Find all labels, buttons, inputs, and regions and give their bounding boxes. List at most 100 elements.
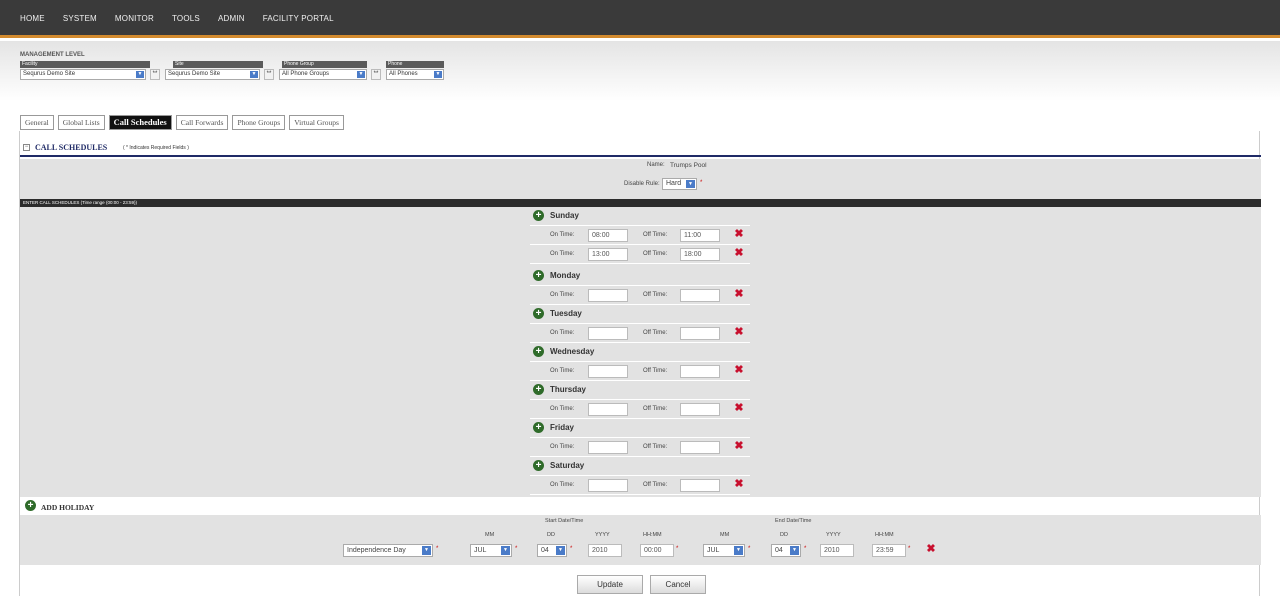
- nav-item-admin[interactable]: ADMIN: [218, 14, 245, 23]
- update-button[interactable]: Update: [577, 575, 643, 594]
- end-month-select[interactable]: JUL ▼: [703, 544, 745, 557]
- on-time-input[interactable]: [588, 365, 628, 378]
- delete-icon[interactable]: ✖: [734, 327, 744, 338]
- phone-select-value: All Phones: [389, 71, 418, 77]
- add-time-icon[interactable]: +: [533, 422, 544, 433]
- nav-item-tools[interactable]: TOOLS: [172, 14, 200, 23]
- end-day-select[interactable]: 04 ▼: [771, 544, 801, 557]
- cancel-button[interactable]: Cancel: [650, 575, 706, 594]
- facility-select[interactable]: Sequrus Demo Site ▼: [20, 69, 146, 80]
- end-date-label: End Date/Time: [775, 518, 812, 524]
- day-name: Saturday: [550, 461, 585, 470]
- required-star: *: [570, 546, 573, 552]
- start-day-select[interactable]: 04 ▼: [537, 544, 567, 557]
- delete-icon[interactable]: ✖: [734, 289, 744, 300]
- off-time-input[interactable]: 18:00: [680, 248, 720, 261]
- facility-star-button[interactable]: **: [150, 69, 160, 80]
- phone-select[interactable]: All Phones ▼: [386, 69, 444, 80]
- disable-rule-value: Hard: [666, 180, 682, 187]
- off-time-input[interactable]: 11:00: [680, 229, 720, 242]
- add-time-icon[interactable]: +: [533, 210, 544, 221]
- start-time-input[interactable]: 00:00: [640, 544, 674, 557]
- phone-header: Phone: [386, 61, 444, 68]
- add-time-icon[interactable]: +: [533, 384, 544, 395]
- add-time-icon[interactable]: +: [533, 270, 544, 281]
- add-holiday-icon[interactable]: +: [25, 500, 36, 511]
- add-time-icon[interactable]: +: [533, 460, 544, 471]
- on-time-label: On Time:: [550, 251, 575, 257]
- tab-phone-groups[interactable]: Phone Groups: [232, 115, 286, 130]
- start-date-label: Start Date/Time: [545, 518, 584, 524]
- delete-holiday-icon[interactable]: ✖: [926, 544, 936, 555]
- chevron-down-icon: ▼: [734, 546, 743, 555]
- tab-bar: General Global Lists Call Schedules Call…: [20, 115, 344, 130]
- add-time-icon[interactable]: +: [533, 308, 544, 319]
- day-header: + Monday: [530, 267, 750, 286]
- on-time-input[interactable]: 13:00: [588, 248, 628, 261]
- collapse-icon[interactable]: −: [23, 144, 30, 151]
- tab-virtual-groups[interactable]: Virtual Groups: [289, 115, 344, 130]
- off-time-label: Off Time:: [643, 482, 668, 488]
- time-row: On Time: Off Time: ✖: [530, 438, 750, 457]
- time-row: On Time: Off Time: ✖: [530, 286, 750, 305]
- off-time-input[interactable]: [680, 365, 720, 378]
- phone-group-select[interactable]: All Phone Groups ▼: [279, 69, 367, 80]
- tab-general[interactable]: General: [20, 115, 54, 130]
- day-block-thursday: + Thursday On Time: Off Time: ✖: [530, 381, 750, 419]
- on-time-input[interactable]: [588, 327, 628, 340]
- nav-item-facility-portal[interactable]: FACILITY PORTAL: [263, 14, 334, 23]
- phone-group-star-button[interactable]: **: [371, 69, 381, 80]
- nav-item-monitor[interactable]: MONITOR: [115, 14, 154, 23]
- start-month-value: JUL: [474, 547, 487, 554]
- on-time-input[interactable]: [588, 441, 628, 454]
- start-yyyy-header: YYYY: [595, 532, 610, 538]
- on-time-input[interactable]: [588, 403, 628, 416]
- call-schedules-panel: − CALL SCHEDULES ( * Indicates Required …: [19, 131, 1261, 596]
- required-star: *: [676, 546, 679, 552]
- delete-icon[interactable]: ✖: [734, 441, 744, 452]
- on-time-label: On Time:: [550, 368, 575, 374]
- required-star: *: [700, 180, 703, 186]
- nav-item-system[interactable]: SYSTEM: [63, 14, 97, 23]
- start-month-select[interactable]: JUL ▼: [470, 544, 512, 557]
- site-select[interactable]: Sequrus Demo Site ▼: [165, 69, 260, 80]
- off-time-input[interactable]: [680, 441, 720, 454]
- tab-call-forwards[interactable]: Call Forwards: [175, 115, 229, 130]
- add-time-icon[interactable]: +: [533, 346, 544, 357]
- site-star-button[interactable]: **: [264, 69, 274, 80]
- time-row: On Time: Off Time: ✖: [530, 362, 750, 381]
- nav-item-home[interactable]: HOME: [20, 14, 45, 23]
- facility-select-value: Sequrus Demo Site: [23, 71, 76, 77]
- enter-call-schedules-bar: ENTER CALL SCHEDULES (Time range (00:00 …: [20, 199, 1261, 207]
- off-time-input[interactable]: [680, 289, 720, 302]
- day-header: + Saturday: [530, 457, 750, 476]
- start-year-input[interactable]: 2010: [588, 544, 622, 557]
- disable-rule-select[interactable]: Hard ▼: [662, 178, 697, 190]
- on-time-label: On Time:: [550, 444, 575, 450]
- end-year-input[interactable]: 2010: [820, 544, 854, 557]
- call-schedules-title: CALL SCHEDULES: [35, 143, 108, 152]
- tab-call-schedules[interactable]: Call Schedules: [108, 115, 172, 130]
- off-time-input[interactable]: [680, 403, 720, 416]
- delete-icon[interactable]: ✖: [734, 229, 744, 240]
- delete-icon[interactable]: ✖: [734, 479, 744, 490]
- on-time-input[interactable]: [588, 479, 628, 492]
- on-time-input[interactable]: 08:00: [588, 229, 628, 242]
- holiday-name-select[interactable]: Independence Day ▼: [343, 544, 433, 557]
- on-time-label: On Time:: [550, 232, 575, 238]
- tab-global-lists[interactable]: Global Lists: [57, 115, 105, 130]
- off-time-input[interactable]: [680, 479, 720, 492]
- delete-icon[interactable]: ✖: [734, 248, 744, 259]
- on-time-label: On Time:: [550, 482, 575, 488]
- schedule-area: + Sunday On Time: 08:00 Off Time: 11:00 ✖…: [20, 207, 1261, 497]
- day-header: + Wednesday: [530, 343, 750, 362]
- end-time-input[interactable]: 23:59: [872, 544, 906, 557]
- delete-icon[interactable]: ✖: [734, 403, 744, 414]
- on-time-label: On Time:: [550, 292, 575, 298]
- delete-icon[interactable]: ✖: [734, 365, 744, 376]
- on-time-input[interactable]: [588, 289, 628, 302]
- chevron-down-icon: ▼: [357, 71, 365, 78]
- off-time-input[interactable]: [680, 327, 720, 340]
- phone-group-select-value: All Phone Groups: [282, 71, 330, 77]
- on-time-label: On Time:: [550, 406, 575, 412]
